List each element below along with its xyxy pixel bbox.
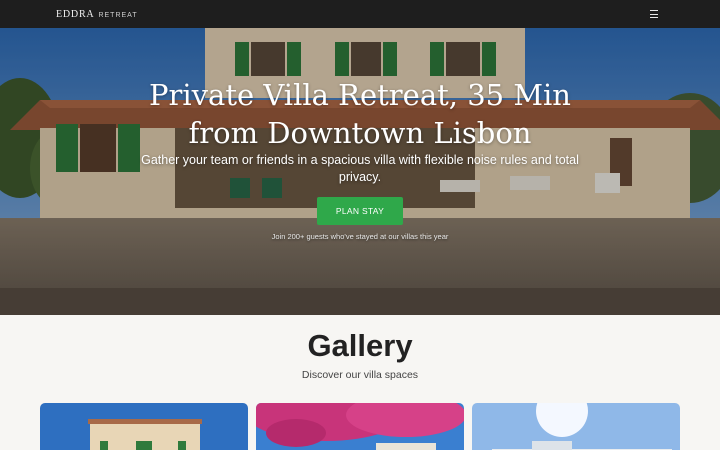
gallery-title: Gallery	[307, 328, 413, 363]
hero-title: Private Villa Retreat, 35 Min from Downt…	[149, 78, 571, 150]
brand-sub: RETREAT	[98, 11, 138, 19]
brand-name: EDDRA	[56, 8, 95, 20]
hero-social-proof: Join 200+ guests who've stayed at our vi…	[271, 232, 449, 241]
gallery-card-villa[interactable]	[40, 403, 248, 450]
plan-stay-button[interactable]: PLAN STAY	[317, 197, 403, 225]
brand-logo[interactable]: EDDRA RETREAT	[56, 9, 138, 20]
hero-content: Private Villa Retreat, 35 Min from Downt…	[0, 28, 720, 315]
gallery-subtitle: Discover our villa spaces	[301, 369, 419, 381]
gallery-card-bougainvillea[interactable]	[256, 403, 464, 450]
site-header: EDDRA RETREAT	[0, 0, 720, 28]
gallery-card-terrace[interactable]	[472, 403, 680, 450]
hero-section: Private Villa Retreat, 35 Min from Downt…	[0, 28, 720, 315]
hero-subtitle: Gather your team or friends in a spaciou…	[141, 153, 579, 184]
menu-icon[interactable]	[648, 9, 660, 19]
